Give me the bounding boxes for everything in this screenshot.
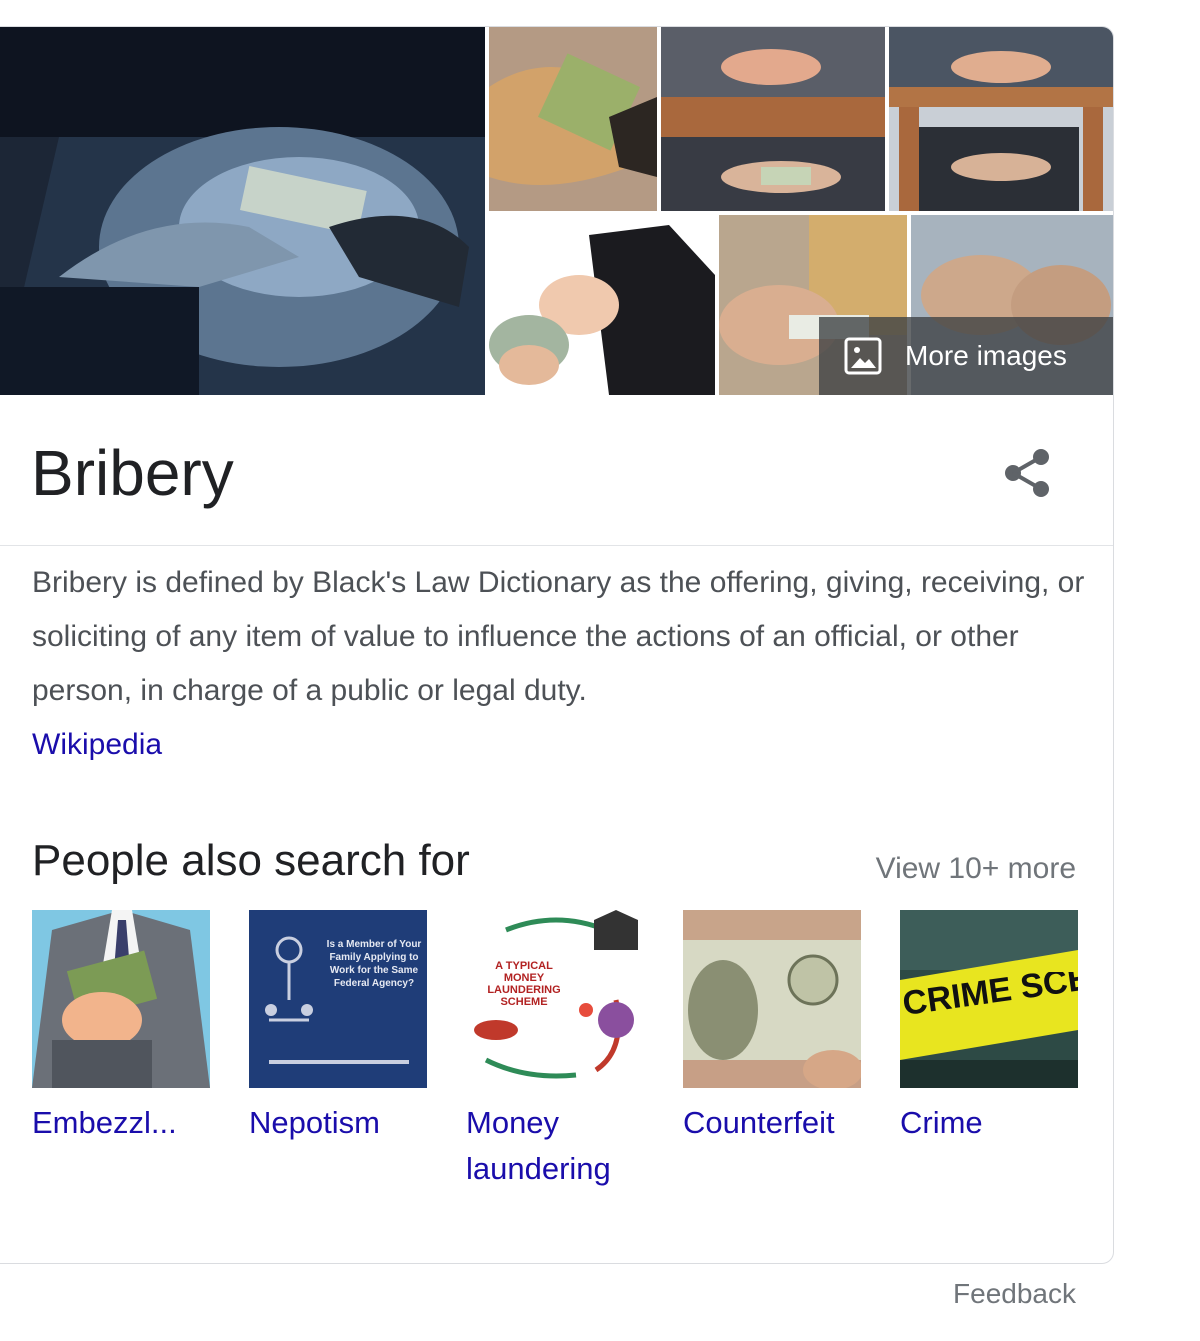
pasf-thumb[interactable]: Is a Member of Your Family Applying to W…	[249, 910, 427, 1088]
pasf-item-crime[interactable]: CRIME SCENE Crime	[900, 910, 1080, 1146]
nepotism-thumb-text: Is a Member of Your Family Applying to W…	[326, 939, 422, 989]
image-icon	[844, 337, 882, 375]
description: Bribery is defined by Black's Law Dictio…	[32, 556, 1092, 772]
pasf-thumb[interactable]: A TYPICAL MONEY LAUNDERING SCHEME	[466, 910, 644, 1088]
pasf-label[interactable]: Embezzl...	[32, 1100, 212, 1146]
image-grid: More images	[0, 27, 1113, 395]
pasf-item-counterfeit[interactable]: Counterfeit	[683, 910, 863, 1146]
wikipedia-link[interactable]: Wikipedia	[32, 718, 1092, 772]
image-thumb-2[interactable]	[661, 27, 885, 211]
pasf-thumb[interactable]	[683, 910, 861, 1088]
pasf-label[interactable]: Counterfeit	[683, 1100, 863, 1146]
pasf-title: People also search for	[32, 836, 470, 885]
pasf-item-embezzlement[interactable]: Embezzl...	[32, 910, 212, 1146]
pasf-items: Embezzl... Is a Member of Your Family Ap…	[32, 910, 1092, 1210]
pasf-thumb[interactable]: CRIME SCENE	[900, 910, 1078, 1088]
pasf-label[interactable]: Crime	[900, 1100, 1080, 1146]
entity-title: Bribery	[31, 437, 234, 509]
image-thumb-1[interactable]	[489, 27, 657, 211]
crime-thumb-text: CRIME SCENE	[902, 972, 1078, 1024]
pasf-item-nepotism[interactable]: Is a Member of Your Family Applying to W…	[249, 910, 429, 1146]
pasf-label[interactable]: Money laundering	[466, 1100, 646, 1192]
more-images-button[interactable]: More images	[819, 317, 1113, 395]
more-images-label: More images	[905, 340, 1067, 371]
image-thumb-4[interactable]	[489, 215, 715, 395]
money-thumb-text: A TYPICAL MONEY LAUNDERING SCHEME	[487, 960, 561, 1008]
main-image[interactable]	[0, 27, 485, 395]
pasf-item-money-laundering[interactable]: A TYPICAL MONEY LAUNDERING SCHEME Money …	[466, 910, 646, 1192]
share-icon[interactable]	[999, 445, 1055, 501]
title-row: Bribery	[0, 395, 1113, 546]
description-text: Bribery is defined by Black's Law Dictio…	[32, 566, 1085, 707]
feedback-link[interactable]: Feedback	[953, 1278, 1076, 1310]
pasf-label[interactable]: Nepotism	[249, 1100, 429, 1146]
image-thumb-3[interactable]	[889, 27, 1113, 211]
view-more-link[interactable]: View 10+ more	[876, 852, 1076, 886]
pasf-thumb[interactable]	[32, 910, 210, 1088]
